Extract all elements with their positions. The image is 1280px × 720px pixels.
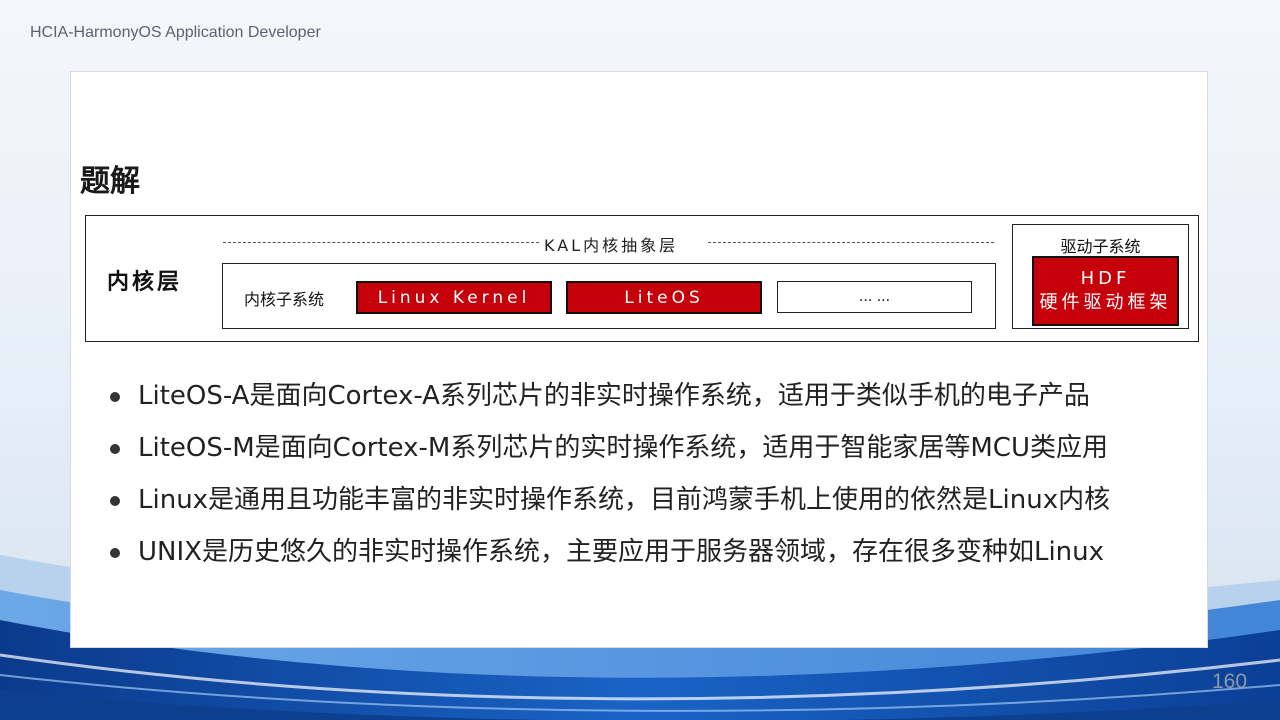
page-number: 160 — [1212, 670, 1248, 693]
hdf-subtitle: 硬件驱动框架 — [1039, 292, 1172, 313]
kernel-subsystem-box: 内核子系统 Linux Kernel LiteOS ... ... — [222, 263, 996, 329]
bullet-list: LiteOS-A是面向Cortex-A系列芯片的非实时操作系统，适用于类似手机的… — [107, 370, 1110, 578]
hdf-box: HDF 硬件驱动框架 — [1032, 256, 1179, 326]
kernel-subsystem-label: 内核子系统 — [244, 290, 325, 309]
kal-dashed-line-right — [708, 242, 994, 243]
kal-label: KAL内核抽象层 — [544, 236, 679, 255]
kal-dashed-line-left — [223, 242, 539, 243]
bullet-item: LiteOS-A是面向Cortex-A系列芯片的非实时操作系统，适用于类似手机的… — [107, 370, 1110, 422]
bullet-item: UNIX是历史悠久的非实时操作系统，主要应用于服务器领域，存在很多变种如Linu… — [107, 526, 1110, 578]
liteos-box: LiteOS — [566, 281, 762, 314]
driver-subsystem-box: 驱动子系统 HDF 硬件驱动框架 — [1012, 224, 1189, 329]
slide-title: 题解 — [80, 164, 140, 199]
course-title: HCIA-HarmonyOS Application Developer — [30, 24, 321, 41]
hdf-title: HDF — [1080, 268, 1131, 289]
bullet-item: LiteOS-M是面向Cortex-M系列芯片的实时操作系统，适用于智能家居等M… — [107, 422, 1110, 474]
linux-kernel-box: Linux Kernel — [356, 281, 552, 314]
driver-subsystem-label: 驱动子系统 — [1060, 237, 1141, 256]
architecture-diagram: 内核层 KAL内核抽象层 内核子系统 Linux Kernel LiteOS .… — [85, 215, 1199, 342]
kernel-layer-label: 内核层 — [107, 270, 183, 295]
more-kernels-box: ... ... — [777, 281, 972, 313]
content-card: 题解 内核层 KAL内核抽象层 内核子系统 Linux Kernel LiteO… — [70, 71, 1208, 648]
bullet-item: Linux是通用且功能丰富的非实时操作系统，目前鸿蒙手机上使用的依然是Linux… — [107, 474, 1110, 526]
